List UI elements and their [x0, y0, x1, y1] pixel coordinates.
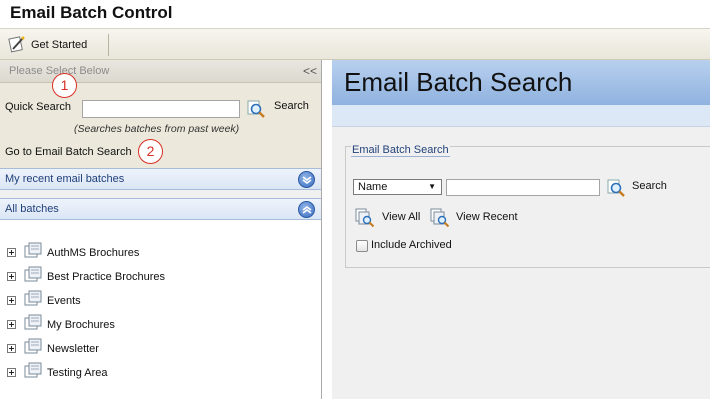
batch-folder-icon [24, 337, 44, 357]
tree-item[interactable]: Testing Area [0, 361, 300, 383]
left-panel-header: Please Select Below << [0, 60, 321, 83]
batch-folder-icon [24, 289, 44, 309]
page-header: Email Batch Search [332, 60, 710, 105]
left-panel: Please Select Below << Quick Search Sear… [0, 60, 322, 399]
expand-plus-icon[interactable] [7, 296, 16, 305]
batch-search-input[interactable] [446, 179, 600, 196]
callout-marker: 2 [138, 139, 163, 164]
tree-item-label: My Brochures [47, 319, 115, 331]
title-bar: Email Batch Control [0, 0, 710, 28]
header-subbar [332, 105, 710, 127]
tree-item-label: Newsletter [47, 343, 99, 355]
recent-batches-label: My recent email batches [5, 173, 125, 185]
magnifier-search-icon[interactable] [606, 178, 626, 198]
get-started-label: Get Started [31, 39, 88, 51]
view-all-icon[interactable] [355, 208, 375, 228]
expand-chevron-icon[interactable] [298, 171, 315, 188]
expand-plus-icon[interactable] [7, 320, 16, 329]
quick-search-button[interactable]: Search [274, 100, 309, 112]
app-title: Email Batch Control [10, 3, 173, 22]
collapse-panel-icon[interactable]: << [303, 64, 317, 78]
tree-item[interactable]: Newsletter [0, 337, 300, 359]
magic-wand-icon [8, 35, 26, 56]
right-panel: Email Batch Search Email Batch Search Na… [332, 60, 710, 399]
collapse-chevron-icon[interactable] [298, 201, 315, 218]
tree-item[interactable]: Best Practice Brochures [0, 265, 300, 287]
tree-item[interactable]: My Brochures [0, 313, 300, 335]
toolbar: Get Started [0, 28, 710, 60]
view-recent-icon[interactable] [430, 208, 450, 228]
all-batches-accordion[interactable]: All batches [0, 198, 321, 220]
search-field-value: Name [358, 181, 388, 193]
all-batches-label: All batches [5, 203, 59, 215]
batch-folder-icon [24, 241, 44, 261]
expand-plus-icon[interactable] [7, 272, 16, 281]
magnifier-search-icon[interactable] [246, 99, 266, 119]
search-field-select[interactable]: Name ▼ [353, 179, 442, 195]
view-recent-button[interactable]: View Recent [456, 211, 518, 223]
batch-folder-icon [24, 265, 44, 285]
recent-batches-accordion[interactable]: My recent email batches [0, 168, 321, 190]
dropdown-arrow-icon: ▼ [428, 182, 436, 191]
view-all-button[interactable]: View All [382, 211, 420, 223]
expand-plus-icon[interactable] [7, 248, 16, 257]
tree-item[interactable]: AuthMS Brochures [0, 241, 300, 263]
search-box-legend: Email Batch Search [351, 144, 450, 157]
tree-item[interactable]: Events [0, 289, 300, 311]
callout-marker: 1 [52, 73, 77, 98]
tree-item-label: Best Practice Brochures [47, 271, 165, 283]
quick-search-label: Quick Search [5, 101, 72, 113]
batch-tree: AuthMS Brochures Best Practice Brochures… [0, 220, 321, 399]
batch-folder-icon [24, 361, 44, 381]
expand-plus-icon[interactable] [7, 368, 16, 377]
batch-search-button[interactable]: Search [632, 180, 667, 192]
get-started-button[interactable]: Get Started [8, 35, 87, 55]
include-archived-label: Include Archived [371, 239, 452, 251]
email-batch-search-box: Email Batch Search Name ▼ Search View Al… [345, 144, 710, 268]
toolbar-separator [108, 34, 109, 56]
quick-search-note: (Searches batches from past week) [74, 123, 240, 135]
tree-item-label: Testing Area [47, 367, 108, 379]
quick-search-input[interactable] [82, 100, 240, 118]
expand-plus-icon[interactable] [7, 344, 16, 353]
include-archived-checkbox[interactable] [356, 240, 368, 252]
batch-folder-icon [24, 313, 44, 333]
tree-item-label: AuthMS Brochures [47, 247, 140, 259]
tree-item-label: Events [47, 295, 81, 307]
page-title: Email Batch Search [344, 67, 573, 97]
go-to-email-batch-search-link[interactable]: Go to Email Batch Search [5, 146, 132, 158]
